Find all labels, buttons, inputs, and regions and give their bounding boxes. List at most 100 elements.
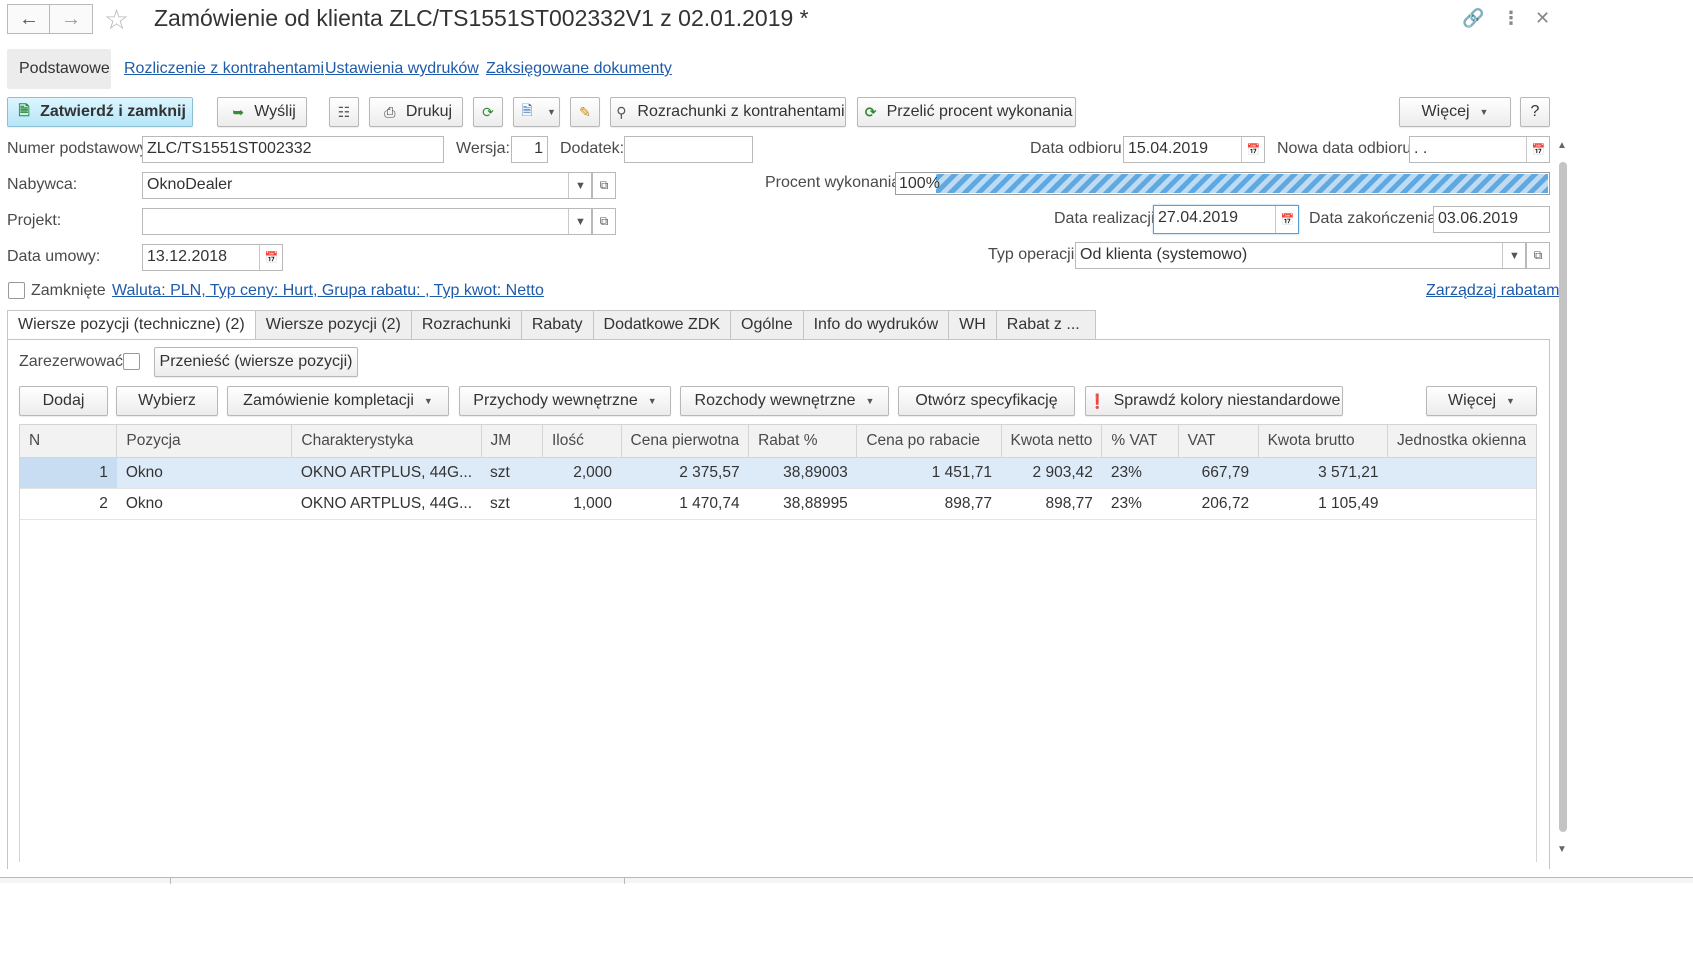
cell-item[interactable]: Okno: [116, 488, 292, 520]
table-row[interactable]: 2 Okno OKNO ARTPLUS, 44G... szt 1,000 1 …: [19, 488, 1537, 520]
open-spec-button[interactable]: Otwórz specyfikację: [898, 386, 1075, 416]
attachments-button[interactable]: 🗎 ▼: [513, 97, 560, 127]
open-icon[interactable]: ⧉: [592, 208, 616, 235]
cell-characteristic[interactable]: OKNO ARTPLUS, 44G...: [291, 457, 482, 489]
table-row[interactable]: 1 Okno OKNO ARTPLUS, 44G... szt 2,000 2 …: [19, 457, 1537, 489]
cell-vat[interactable]: 667,79: [1178, 457, 1259, 489]
more-button[interactable]: Więcej ▼: [1399, 97, 1511, 127]
cell-orig-price[interactable]: 2 375,57: [621, 457, 749, 489]
cell-vat-rate[interactable]: 23%: [1101, 488, 1179, 520]
open-icon[interactable]: ⧉: [592, 172, 616, 199]
forward-button[interactable]: →: [49, 4, 93, 34]
cell-window-unit[interactable]: [1387, 457, 1537, 489]
open-icon[interactable]: ⧉: [1526, 242, 1550, 269]
column-header[interactable]: Kwota brutto: [1257, 424, 1388, 458]
new-pickup-date-field[interactable]: . . 📅: [1409, 136, 1550, 163]
kit-order-button[interactable]: Zamówienie kompletacji ▼: [227, 386, 449, 416]
tab-ogolne[interactable]: Ogólne: [731, 310, 804, 340]
link-icon[interactable]: 🔗: [1462, 8, 1484, 29]
manage-discounts-link[interactable]: Zarządzaj rabatami: [1426, 282, 1563, 300]
chevron-down-icon[interactable]: ▼: [568, 209, 591, 234]
operation-type-field[interactable]: Od klienta (systemowo) ▼: [1075, 242, 1526, 269]
more-vertical-icon[interactable]: ⋮: [1502, 8, 1520, 29]
select-button[interactable]: Wybierz: [116, 386, 218, 416]
cell-net[interactable]: 898,77: [1001, 488, 1102, 520]
cell-item[interactable]: Okno: [116, 457, 292, 489]
cell-discounted-price[interactable]: 1 451,71: [856, 457, 1002, 489]
scroll-up-icon[interactable]: ▲: [1557, 140, 1567, 151]
column-header[interactable]: Kwota netto: [1000, 424, 1103, 458]
internal-expense-button[interactable]: Rozchody wewnętrzne ▼: [680, 386, 889, 416]
cell-gross[interactable]: 3 571,21: [1258, 457, 1388, 489]
scrollbar-thumb[interactable]: [1559, 162, 1567, 832]
cell-characteristic[interactable]: OKNO ARTPLUS, 44G...: [291, 488, 482, 520]
chevron-down-icon[interactable]: ▼: [568, 173, 591, 198]
column-header[interactable]: Cena pierwotna: [620, 424, 750, 458]
edit-note-button[interactable]: ✎: [570, 97, 600, 127]
scroll-down-icon[interactable]: ▼: [1557, 844, 1567, 855]
move-rows-button[interactable]: Przenieść (wiersze pozycji): [154, 347, 358, 377]
cell-net[interactable]: 2 903,42: [1001, 457, 1102, 489]
cell-qty[interactable]: 2,000: [542, 457, 621, 489]
internal-income-button[interactable]: Przychody wewnętrzne ▼: [459, 386, 671, 416]
settlements-button[interactable]: ⚲ Rozrachunki z kontrahentami: [610, 97, 846, 127]
contract-date-field[interactable]: 13.12.2018 📅: [142, 244, 283, 271]
tab-rabat-z[interactable]: Rabat z ...: [996, 310, 1096, 340]
create-based-button[interactable]: ⟳: [473, 97, 503, 127]
cell-discounted-price[interactable]: 898,77: [856, 488, 1002, 520]
recalc-button[interactable]: ⟳ Przelić procent wykonania: [857, 97, 1076, 127]
column-header[interactable]: VAT: [1177, 424, 1259, 458]
column-header[interactable]: JM: [480, 424, 544, 458]
project-field[interactable]: ▼: [142, 208, 592, 235]
confirm-close-button[interactable]: 🗎 Zatwierdź i zamknij: [7, 97, 193, 127]
back-button[interactable]: ←: [7, 4, 51, 34]
calendar-icon[interactable]: 📅: [1241, 137, 1264, 162]
cell-discount[interactable]: 38,88995: [748, 488, 857, 520]
cell-vat[interactable]: 206,72: [1178, 488, 1259, 520]
cell-discount[interactable]: 38,89003: [748, 457, 857, 489]
cell-n[interactable]: 1: [19, 457, 117, 489]
cell-unit[interactable]: szt: [481, 457, 543, 489]
end-date-field[interactable]: 03.06.2019: [1433, 206, 1550, 233]
cell-unit[interactable]: szt: [481, 488, 543, 520]
check-colors-button[interactable]: ❗ Sprawdź kolory niestandardowe: [1085, 386, 1343, 416]
print-button[interactable]: ⎙ Drukuj: [369, 97, 463, 127]
column-header[interactable]: Pozycja: [116, 424, 293, 458]
tab-podstawowe[interactable]: Podstawowe: [7, 49, 111, 89]
add-button[interactable]: Dodaj: [19, 386, 108, 416]
tab-info-do-wydrukow[interactable]: Info do wydruków: [803, 310, 950, 340]
close-icon[interactable]: ✕: [1535, 8, 1550, 29]
tab-rabaty[interactable]: Rabaty: [521, 310, 594, 340]
pickup-date-field[interactable]: 15.04.2019 📅: [1123, 136, 1265, 163]
vertical-scrollbar[interactable]: ▲ ▼: [1556, 140, 1570, 860]
column-header[interactable]: N: [18, 424, 118, 458]
cell-window-unit[interactable]: [1387, 488, 1537, 520]
calendar-icon[interactable]: 📅: [259, 245, 282, 270]
currency-link[interactable]: Waluta: PLN, Typ ceny: Hurt, Grupa rabat…: [112, 282, 544, 300]
calendar-icon[interactable]: 📅: [1526, 137, 1549, 162]
calendar-icon[interactable]: 📅: [1275, 206, 1298, 233]
tab-rozrachunki[interactable]: Rozrachunki: [411, 310, 522, 340]
panel-more-button[interactable]: Więcej ▼: [1426, 386, 1537, 416]
tab-wiersze-techniczne[interactable]: Wiersze pozycji (techniczne) (2): [7, 310, 256, 340]
buyer-field[interactable]: OknoDealer ▼: [142, 172, 592, 199]
send-button[interactable]: ➥ Wyślij: [217, 97, 307, 127]
structure-button[interactable]: ☷: [329, 97, 359, 127]
cell-n[interactable]: 2: [19, 488, 117, 520]
basic-number-field[interactable]: ZLC/TS1551ST002332: [142, 136, 444, 163]
cell-vat-rate[interactable]: 23%: [1101, 457, 1179, 489]
tab-rozliczenie[interactable]: Rozliczenie z kontrahentami: [112, 49, 336, 89]
column-header[interactable]: % VAT: [1101, 424, 1179, 458]
closed-checkbox[interactable]: [8, 282, 25, 299]
tab-wiersze-pozycji[interactable]: Wiersze pozycji (2): [255, 310, 412, 340]
column-header[interactable]: Ilość: [542, 424, 622, 458]
cell-qty[interactable]: 1,000: [542, 488, 621, 520]
column-header[interactable]: Rabat %: [748, 424, 858, 458]
tab-wh[interactable]: WH: [949, 310, 997, 340]
column-header[interactable]: Jednostka okienna: [1386, 424, 1538, 458]
star-icon[interactable]: ☆: [104, 3, 129, 36]
tab-zaksiegowane[interactable]: Zaksięgowane dokumenty: [474, 49, 684, 89]
chevron-down-icon[interactable]: ▼: [1502, 243, 1525, 268]
column-header[interactable]: Cena po rabacie: [856, 424, 1002, 458]
addendum-field[interactable]: [624, 136, 753, 163]
